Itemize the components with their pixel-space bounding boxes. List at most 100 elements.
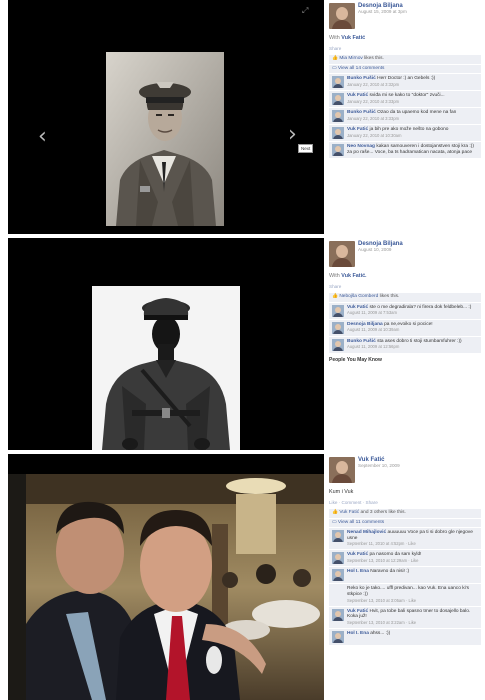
comment-date: September 13, 2010 at 3:22am · Like — [347, 620, 417, 626]
owner-avatar[interactable] — [329, 457, 355, 483]
tagged-name-link[interactable]: Vuk Fatić — [341, 35, 365, 41]
post-date: August 15, 2009 at 3pm — [358, 9, 407, 15]
likes-row: 👍 Nebojša Gomberd likes this. — [329, 293, 481, 302]
commenter-name-link[interactable]: Desnoja Biljana — [347, 322, 383, 327]
comment-text: pa nasomo da sam kyld! — [369, 552, 422, 558]
comment-date: August 11, 2009 at 10:39am — [347, 327, 400, 333]
comment-text: ahss... :)) — [370, 630, 391, 636]
next-tooltip: Next — [298, 144, 314, 153]
comment: Hol I. Ena ahss... :)) — [329, 628, 481, 645]
tagged-with: With Vuk Fatić — [329, 35, 481, 41]
owner-avatar[interactable] — [329, 241, 355, 267]
photo-viewer-1[interactable]: ‹ › Next ⤢ — [8, 0, 324, 234]
portrait-photo-officer-cap — [106, 52, 224, 226]
likes-text: likes this. — [364, 56, 384, 62]
two-men-restaurant-photo — [26, 474, 326, 700]
post-owner: Vuk Fatić September 10, 2009 — [329, 457, 481, 483]
post-sidebar-1: Desnoja Biljana August 15, 2009 at 3pm W… — [324, 0, 485, 236]
commenter-avatar[interactable] — [332, 92, 344, 105]
liker-name-link[interactable]: Vuk Fatić — [339, 510, 359, 515]
commenter-name-link[interactable]: Bunko Fušić — [347, 76, 376, 81]
comment: Vuk Fatić ja bih pre ako može nešto na g… — [329, 124, 481, 141]
previous-arrow-icon[interactable]: ‹ — [38, 124, 47, 149]
commenter-avatar[interactable] — [332, 304, 344, 317]
likes-row: 👍 Vuk Fatić and 3 others like this. — [329, 509, 481, 518]
liker-name-link[interactable]: Nebojša Gomberd — [339, 294, 378, 299]
photo-viewer-3[interactable] — [8, 454, 326, 700]
share-link[interactable]: Share — [329, 284, 481, 290]
commenter-name-link[interactable]: Hol I. Ena — [347, 569, 369, 574]
commenter-name-link[interactable]: Vuk Fatić — [347, 552, 368, 557]
comment: Bunko Fušić sta ases dobro ti stoji stum… — [329, 336, 481, 353]
view-all-comments-link[interactable]: ▭ View all 11 comments — [329, 518, 481, 527]
comment-date: September 11, 2010 at 4:52pm · Like — [347, 541, 416, 547]
commenter-avatar[interactable] — [332, 569, 344, 582]
commenter-avatar[interactable] — [332, 321, 344, 334]
comment-text: pa ne,evoiko si pocice! — [384, 321, 433, 327]
likes-row: 👍 Mia Mirnov likes this. — [329, 55, 481, 64]
comment-date: September 13, 2010 at 12:29am · Like — [347, 558, 419, 563]
commenter-name-link[interactable]: Vuk Fatić — [347, 305, 368, 310]
commenter-avatar[interactable] — [332, 552, 344, 565]
commenter-name-link[interactable]: Neo Novnag — [347, 144, 375, 149]
comment-date: August 11, 2009 at 7:53am — [347, 310, 397, 316]
comment-text: Reko ko je tako.... uffl predivan... kao… — [347, 586, 469, 597]
commenter-avatar[interactable] — [332, 630, 344, 643]
post-owner: Desnoja Biljana August 10, 2009 — [329, 241, 481, 267]
post-date: August 10, 2009 — [358, 247, 392, 253]
liker-name-link[interactable]: Mia Mirnov — [339, 56, 362, 61]
view-all-label: View all 11 comments — [337, 519, 385, 525]
commenter-name-link[interactable]: Bunko Fušić — [347, 339, 376, 344]
comment-text: sviđa mi se kako to "doktor" zvuči... — [369, 92, 445, 98]
tagged-name-link[interactable]: Vuk Fatić. — [341, 273, 366, 279]
photo-viewer-2[interactable] — [8, 238, 324, 450]
comment: Vuk Fatić pa nasomo da sam kyld! Septembe… — [329, 550, 481, 567]
expand-icon[interactable]: ⤢ — [302, 6, 308, 16]
share-link[interactable]: Share — [329, 46, 481, 52]
commenter-name-link[interactable]: Vuk Fatić — [347, 127, 368, 132]
comment-date: January 22, 2010 at 10:30am — [347, 132, 402, 138]
comment: Reko ko je tako.... uffl predivan... kao… — [329, 584, 481, 606]
next-arrow-icon[interactable]: › — [288, 122, 297, 147]
photo-panel-3: Vuk Fatić September 10, 2009 Kum i Vuk L… — [0, 454, 485, 700]
owner-avatar[interactable] — [329, 3, 355, 29]
commenter-avatar[interactable] — [332, 75, 344, 88]
commenter-avatar[interactable] — [332, 109, 344, 122]
comment-date: September 13, 2010 at 3:05am · Like — [347, 597, 417, 603]
comment-date: August 11, 2009 at 12:56pm — [347, 344, 400, 350]
commenter-avatar[interactable] — [332, 126, 344, 139]
thumbs-up-icon: 👍 — [332, 56, 338, 62]
comment: Bunko Fušić Herr Doctor :) an Gebels :))… — [329, 73, 481, 90]
uniform-figure-photo — [92, 286, 240, 450]
comment-date: January 22, 2010 at 3:33pm — [347, 115, 400, 121]
commenter-name-link[interactable]: Vuk Fatić — [347, 93, 368, 98]
with-label: With — [329, 273, 340, 279]
post-sidebar-2: Desnoja Biljana August 10, 2009 With Vuk… — [324, 238, 485, 452]
with-label: With — [329, 35, 340, 41]
commenter-avatar[interactable] — [332, 338, 344, 351]
photo-top-bar — [8, 454, 326, 474]
commenter-name-link[interactable]: Hol I. Ena — [347, 631, 369, 636]
commenter-avatar[interactable] — [332, 608, 344, 621]
comment: Vuk Fatić ste o me degradirala? ni firer… — [329, 302, 481, 319]
commenter-name-link[interactable]: Nenad Mihajlović — [347, 530, 386, 535]
comment-text: Naravno da nisi! :) — [370, 569, 410, 575]
photo-caption: Kum i Vuk — [329, 489, 354, 495]
thumbs-up-icon: 👍 — [332, 294, 338, 300]
comment: Vuk Fatić Hvit, pa tobe bali spasno tmer… — [329, 606, 481, 628]
commenter-name-link[interactable]: Vuk Fatić — [347, 609, 368, 614]
tagged-with: With Vuk Fatić. — [329, 273, 481, 279]
comment: Nenad Mihajlović auuuuuu Voce pa ti si d… — [329, 527, 481, 550]
commenter-name-link[interactable]: Bunko Fušić — [347, 110, 376, 115]
comment-bubble-icon: ▭ — [332, 519, 337, 525]
comment: Desnoja Biljana pa ne,evoiko si pocice! A… — [329, 319, 481, 336]
comment-bubble-icon: ▭ — [332, 65, 337, 71]
commenter-avatar[interactable] — [332, 529, 344, 542]
comment-text: Herr Doctor :) an Gebels :)) — [377, 75, 436, 81]
commenter-avatar[interactable] — [332, 143, 344, 156]
comment: Vuk Fatić sviđa mi se kako to "doktor" z… — [329, 90, 481, 107]
view-all-comments-link[interactable]: ▭ View all 14 comments — [329, 64, 481, 73]
post-date: September 10, 2009 — [358, 463, 400, 469]
post-actions[interactable]: Like · Comment · Share — [329, 500, 481, 506]
view-all-label: View all 14 comments — [337, 65, 385, 71]
